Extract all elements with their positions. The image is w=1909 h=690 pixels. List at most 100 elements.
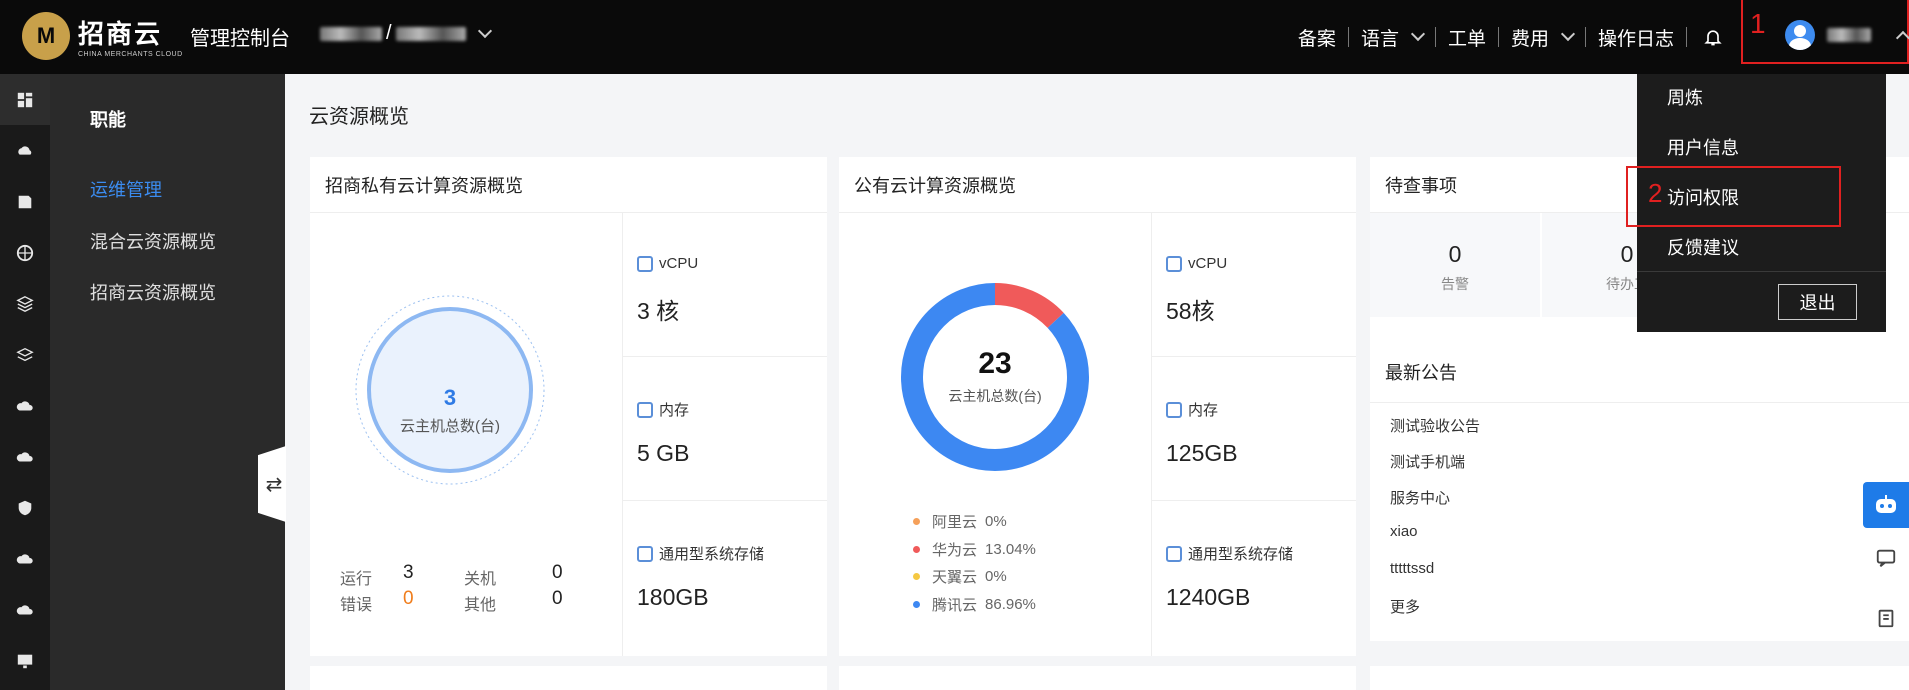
memory-icon (637, 401, 653, 418)
stat-memory: 内存 5 GB (623, 357, 827, 501)
legend-aliyun: 阿里云 0% (913, 511, 1007, 532)
icon-rail (0, 74, 50, 690)
private-stats: vCPU 3 核 内存 5 GB 通用型系统存储 180GB (622, 213, 827, 656)
logout-button[interactable]: 退出 (1778, 284, 1857, 320)
status-error-label: 错误 (340, 597, 373, 614)
logo[interactable]: M 招商云 CHINA MERCHANTS CLOUD (22, 12, 183, 60)
dropdown-feedback[interactable]: 反馈建议 (1667, 234, 1739, 260)
cloud-sync-icon[interactable] (0, 533, 50, 584)
console-title: 管理控制台 (190, 28, 290, 50)
stat-memory: 内存 125GB (1152, 357, 1356, 501)
status-other-value: 0 (552, 588, 563, 609)
sidebar-collapse-toggle[interactable]: ⇄ (258, 446, 286, 522)
private-cloud-card: 招商私有云计算资源概览 3 云主机总数(台) 运行 3 关机 0 错误 0 其他… (310, 157, 827, 656)
notice-item[interactable]: 服务中心 (1390, 487, 1450, 508)
cpu-icon (637, 255, 653, 272)
card-title: 公有云计算资源概览 (839, 157, 1356, 213)
floating-tools (1854, 482, 1909, 648)
notice-item[interactable]: tttttssd (1390, 560, 1434, 577)
legend-huawei: 华为云 13.04% (913, 539, 1036, 560)
disk-icon[interactable] (0, 176, 50, 227)
todo-alerts[interactable]: 0 告警 (1370, 213, 1540, 317)
chevron-down-icon (1410, 26, 1426, 42)
memory-icon (1166, 401, 1182, 418)
nav-ticket[interactable]: 工单 (1436, 24, 1498, 51)
bell-icon[interactable] (1703, 27, 1723, 47)
sidebar-item-ops[interactable]: 运维管理 (90, 176, 162, 202)
nav-beian[interactable]: 备案 (1286, 24, 1348, 51)
status-stopped-value: 0 (552, 562, 563, 583)
stat-vcpu: vCPU 58核 (1152, 213, 1356, 357)
notice-card: 最新公告 测试验收公告 测试手机端 服务中心 xiao tttttssd 更多 (1370, 341, 1909, 641)
notice-item[interactable]: xiao (1390, 523, 1418, 540)
logo-text: 招商云 (78, 20, 163, 50)
annotation-number-2: 2 (1648, 178, 1663, 208)
sidebar-item-hybrid[interactable]: 混合云资源概览 (90, 228, 216, 254)
public-host-total-label: 云主机总数(台) (948, 388, 1042, 404)
status-running-label: 运行 (340, 571, 373, 588)
chevron-up-icon (1895, 30, 1909, 46)
sidebar-heading: 职能 (90, 110, 126, 130)
stat-storage: 通用型系统存储 1240GB (1166, 545, 1294, 610)
notice-item[interactable]: 测试验收公告 (1390, 415, 1480, 436)
cpu-icon (1166, 255, 1182, 272)
sidebar-item-cmcloud[interactable]: 招商云资源概览 (90, 279, 216, 305)
swap-arrows-icon: ⇄ (265, 473, 283, 496)
project-name-redacted (395, 26, 466, 41)
top-bar: M 招商云 CHINA MERCHANTS CLOUD 管理控制台 / 备案 语… (0, 0, 1909, 74)
secondary-sidebar: 职能 运维管理 混合云资源概览 招商云资源概览 (50, 74, 285, 690)
shield-icon[interactable] (0, 482, 50, 533)
chevron-down-icon (1560, 26, 1576, 42)
org-separator: / (386, 22, 392, 44)
legend-tencent: 腾讯云 86.96% (913, 594, 1036, 615)
card-title: 最新公告 (1370, 341, 1909, 403)
status-error-value: 0 (403, 588, 414, 609)
logo-mark-icon: M (22, 12, 70, 60)
globe-icon[interactable] (0, 227, 50, 278)
status-stopped-label: 关机 (464, 571, 497, 588)
cloud-upload-icon[interactable] (0, 431, 50, 482)
cloud-settings-icon[interactable] (0, 380, 50, 431)
legend-tianyi: 天翼云 0% (913, 566, 1007, 587)
card-title: 招商私有云计算资源概览 (310, 157, 827, 213)
bottom-card (839, 666, 1356, 690)
nav-billing[interactable]: 费用 (1499, 24, 1585, 51)
robot-assistant-icon[interactable] (1863, 482, 1909, 528)
monitor-icon[interactable] (0, 635, 50, 686)
annotation-number-1: 1 (1750, 8, 1766, 39)
stat-vcpu: vCPU 3 核 (623, 213, 827, 357)
org-picker[interactable]: / (320, 22, 492, 45)
bottom-card (310, 666, 827, 690)
logo-subtext: CHINA MERCHANTS CLOUD (78, 51, 183, 58)
storage-icon (637, 545, 653, 562)
dropdown-username[interactable]: 周炼 (1667, 84, 1703, 110)
notice-item[interactable]: 测试手机端 (1390, 451, 1465, 472)
avatar (1785, 20, 1815, 50)
cloud-host-icon[interactable] (0, 125, 50, 176)
stat-storage: 通用型系统存储 180GB (637, 545, 765, 610)
top-nav: 备案 语言 工单 费用 操作日志 (1286, 0, 1723, 74)
dashboard-icon[interactable] (0, 74, 50, 125)
database-icon[interactable] (0, 584, 50, 635)
layers-icon[interactable] (0, 278, 50, 329)
org-name-redacted (320, 26, 382, 41)
private-host-total-label: 云主机总数(台) (400, 418, 500, 435)
nav-language[interactable]: 语言 (1349, 24, 1435, 51)
dropdown-user-info[interactable]: 用户信息 (1667, 134, 1739, 160)
status-other-label: 其他 (464, 597, 497, 614)
nav-operation-log[interactable]: 操作日志 (1586, 24, 1686, 51)
storage-icon (1166, 545, 1182, 562)
private-host-total: 3 (443, 385, 457, 410)
page-title: 云资源概览 (309, 106, 409, 128)
stack-icon[interactable] (0, 329, 50, 380)
notice-more-link[interactable]: 更多 (1390, 596, 1420, 617)
chat-icon[interactable] (1863, 528, 1909, 588)
clipboard-icon[interactable] (1863, 588, 1909, 648)
username-redacted (1827, 28, 1871, 42)
bottom-card (1370, 666, 1909, 690)
public-host-total: 23 (978, 347, 1012, 380)
public-cloud-card: 公有云计算资源概览 23 云主机总数(台) 阿里云 0% 华为云 13.04% 天翼… (839, 157, 1356, 656)
chevron-down-icon (477, 23, 492, 38)
status-running-value: 3 (403, 562, 414, 583)
user-menu-trigger[interactable] (1741, 0, 1909, 64)
